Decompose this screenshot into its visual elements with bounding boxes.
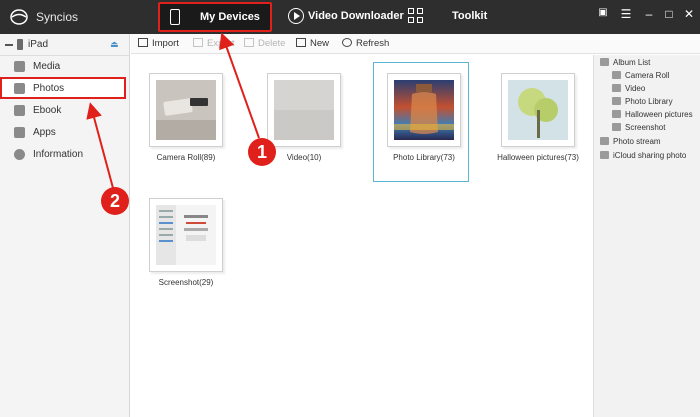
nav-my-devices-label: My Devices	[200, 11, 260, 23]
annotation-marker-1: 1	[248, 138, 276, 166]
refresh-label: Refresh	[356, 38, 390, 49]
delete-label: Delete	[258, 38, 286, 49]
album-list-label: Album List	[613, 58, 651, 67]
export-icon	[193, 38, 203, 47]
annotation-marker-2: 2	[101, 187, 129, 215]
top-bar: Syncios My Devices Video Downloader Tool…	[0, 0, 700, 34]
toolbar: Import Export Delete New Refresh	[131, 34, 700, 54]
apps-icon	[14, 127, 25, 138]
album-list-panel: Album List Camera Roll Video Photo Libra…	[593, 55, 700, 417]
panel-item-label: Photo Library	[625, 97, 673, 106]
sidebar-item-label: Ebook	[33, 105, 62, 116]
panel-item-label: Halloween pictures	[625, 110, 693, 119]
album-thumbnail	[267, 73, 341, 147]
import-button[interactable]: Import	[138, 38, 179, 49]
icloud-icon	[600, 151, 609, 159]
export-label: Export	[207, 38, 235, 49]
import-label: Import	[152, 38, 179, 49]
play-icon	[288, 8, 304, 24]
folder-icon	[612, 71, 621, 79]
album-caption: Halloween pictures(73)	[497, 153, 579, 162]
video-thumbnail-image	[274, 80, 334, 140]
panel-item-icloud-sharing[interactable]: iCloud sharing photo	[600, 151, 686, 160]
sidebar-item-label: Information	[33, 149, 84, 160]
syncios-logo-icon	[10, 9, 28, 25]
folder-icon	[612, 84, 621, 92]
album-grid: Camera Roll(89) Video(10) Photo Library(…	[131, 55, 593, 417]
sidebar-item-label: Apps	[33, 127, 56, 138]
sidebar-item-apps[interactable]: Apps	[0, 122, 130, 144]
eject-icon[interactable]: ⏏	[110, 39, 119, 50]
sidebar-item-media[interactable]: Media	[0, 56, 130, 78]
album-caption: Camera Roll(89)	[156, 153, 216, 162]
selected-album-frame	[373, 62, 469, 182]
camera-roll-thumbnail-image	[156, 80, 216, 140]
album-list-header[interactable]: Album List	[600, 58, 650, 67]
device-name: iPad	[28, 39, 49, 50]
refresh-button[interactable]: Refresh	[342, 38, 389, 49]
folder-icon	[612, 97, 621, 105]
toolkit-icon[interactable]	[408, 8, 424, 24]
panel-item-halloween-pictures[interactable]: Halloween pictures	[612, 110, 693, 119]
album-thumbnail	[149, 198, 223, 272]
ipad-icon	[17, 39, 23, 50]
panel-item-camera-roll[interactable]: Camera Roll	[612, 71, 669, 80]
nav-toolkit-button[interactable]: Toolkit	[452, 10, 487, 22]
app-title: Syncios	[36, 10, 79, 24]
panel-item-label: Video	[625, 84, 646, 93]
sidebar-item-ebook[interactable]: Ebook	[0, 100, 130, 122]
nav-video-downloader-label: Video Downloader	[308, 10, 404, 22]
album-list-icon	[600, 58, 609, 66]
phone-icon	[170, 9, 180, 25]
syncios-window: Syncios My Devices Video Downloader Tool…	[0, 0, 700, 417]
panel-item-screenshot[interactable]: Screenshot	[612, 123, 665, 132]
new-folder-icon	[296, 38, 306, 47]
sidebar-item-label: Photos	[33, 83, 65, 94]
screenshot-thumbnail-image	[156, 205, 216, 265]
folder-icon	[612, 110, 621, 118]
panel-item-label: Photo stream	[613, 137, 661, 146]
new-label: New	[310, 38, 330, 49]
new-button[interactable]: New	[296, 38, 329, 49]
album-thumbnail	[501, 73, 575, 147]
photos-icon	[14, 83, 25, 94]
panel-item-label: Screenshot	[625, 123, 666, 132]
panel-item-label: Camera Roll	[625, 71, 670, 80]
halloween-thumbnail-image	[508, 80, 568, 140]
export-button[interactable]: Export	[193, 38, 234, 49]
chat-icon[interactable]: ▣	[596, 7, 610, 18]
collapse-icon[interactable]	[5, 44, 13, 46]
panel-item-label: iCloud sharing photo	[613, 151, 687, 160]
album-thumbnail	[149, 73, 223, 147]
maximize-icon[interactable]: □	[662, 7, 676, 21]
folder-icon	[612, 123, 621, 131]
import-icon	[138, 38, 148, 47]
sidebar-item-label: Media	[33, 61, 61, 72]
panel-item-photo-stream[interactable]: Photo stream	[600, 137, 661, 146]
nav-my-devices-button[interactable]: My Devices	[158, 2, 272, 32]
info-icon	[14, 149, 25, 160]
media-icon	[14, 61, 25, 72]
trash-icon	[244, 38, 254, 47]
sidebar-item-photos[interactable]: Photos	[0, 77, 126, 99]
close-icon[interactable]: ✕	[682, 7, 696, 21]
device-row[interactable]: iPad ⏏	[0, 34, 130, 56]
album-caption: Screenshot(29)	[158, 278, 214, 287]
panel-item-video[interactable]: Video	[612, 84, 645, 93]
delete-button[interactable]: Delete	[244, 38, 285, 49]
photo-stream-icon	[600, 137, 609, 145]
ebook-icon	[14, 105, 25, 116]
refresh-icon	[342, 38, 352, 47]
minimize-icon[interactable]: –	[642, 7, 656, 21]
menu-icon[interactable]: ☰	[619, 7, 633, 21]
sidebar-item-information[interactable]: Information	[0, 144, 130, 166]
panel-item-photo-library[interactable]: Photo Library	[612, 97, 673, 106]
sidebar: iPad ⏏ Media Photos Ebook Apps Informati…	[0, 34, 130, 417]
